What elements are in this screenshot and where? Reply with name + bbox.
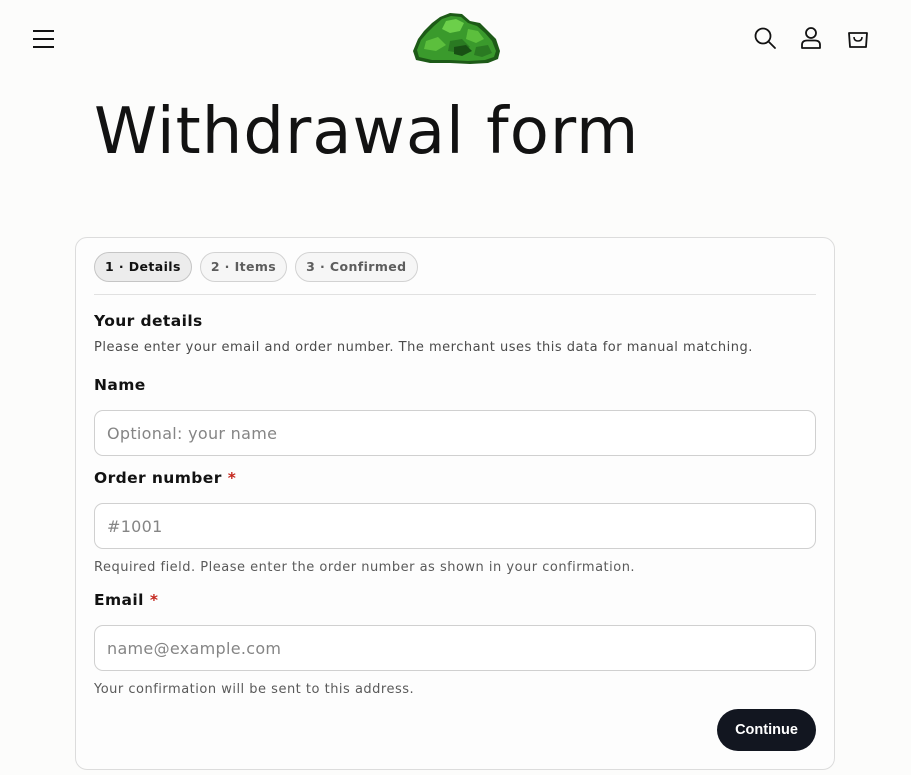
- continue-button[interactable]: Continue: [717, 709, 816, 751]
- order-number-label-text: Order number: [94, 469, 222, 487]
- order-number-label: Order number *: [94, 469, 236, 487]
- required-asterisk: *: [149, 591, 159, 609]
- required-asterisk: *: [227, 469, 237, 487]
- step-items: 2 · Items: [199, 252, 288, 282]
- name-label-text: Name: [94, 376, 146, 394]
- order-number-hint: Required field. Please enter the order n…: [94, 560, 636, 575]
- order-number-field[interactable]: [94, 503, 816, 549]
- search-icon[interactable]: [752, 25, 778, 51]
- step-confirmed: 3 · Confirmed: [295, 252, 418, 282]
- step-details: 1 · Details: [94, 252, 192, 282]
- email-label: Email *: [94, 591, 158, 609]
- green-bush-logo-icon[interactable]: [410, 9, 502, 65]
- cart-icon[interactable]: [845, 25, 871, 51]
- name-field[interactable]: [94, 410, 816, 456]
- withdrawal-form-card: 1 · Details 2 · Items 3 · Confirmed Your…: [75, 237, 835, 770]
- divider: [94, 294, 816, 295]
- section-description: Please enter your email and order number…: [94, 340, 753, 355]
- email-label-text: Email: [94, 591, 144, 609]
- site-header: [0, 0, 911, 78]
- name-label: Name: [94, 376, 146, 394]
- hamburger-menu-icon[interactable]: [28, 24, 58, 54]
- email-field[interactable]: [94, 625, 816, 671]
- step-indicator: 1 · Details 2 · Items 3 · Confirmed: [94, 252, 418, 282]
- account-icon[interactable]: [798, 25, 824, 51]
- section-title: Your details: [94, 312, 203, 330]
- email-hint: Your confirmation will be sent to this a…: [94, 682, 415, 697]
- page-title: Withdrawal form: [94, 95, 640, 169]
